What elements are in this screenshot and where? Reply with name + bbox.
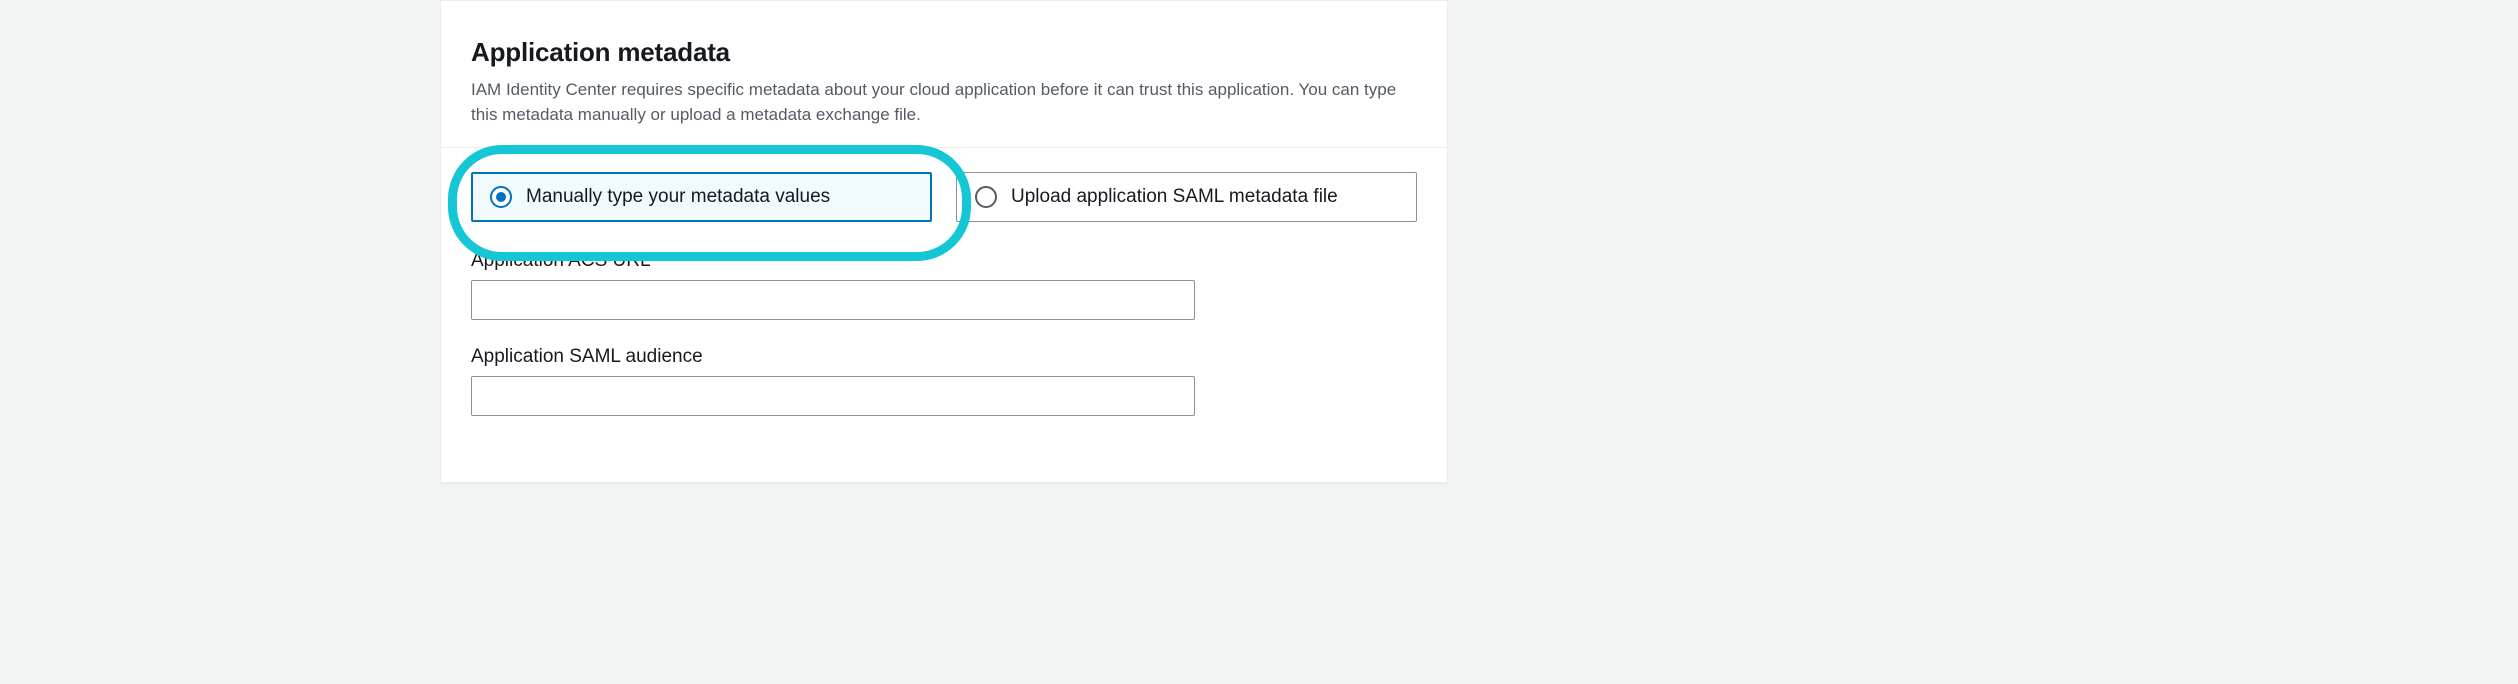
panel-title: Application metadata <box>471 37 1417 68</box>
saml-audience-input[interactable] <box>471 376 1195 416</box>
radio-icon <box>975 186 997 208</box>
radio-icon <box>490 186 512 208</box>
panel-description: IAM Identity Center requires specific me… <box>471 78 1417 127</box>
saml-audience-field-group: Application SAML audience <box>471 346 1417 416</box>
radio-dot-icon <box>496 192 506 202</box>
panel-header: Application metadata IAM Identity Center… <box>441 1 1447 148</box>
page-root: Application metadata IAM Identity Center… <box>0 0 2518 684</box>
acs-url-input[interactable] <box>471 280 1195 320</box>
saml-audience-label: Application SAML audience <box>471 346 1417 368</box>
panel-body: Manually type your metadata values Uploa… <box>441 148 1447 482</box>
acs-url-label: Application ACS URL <box>471 250 1417 272</box>
metadata-panel: Application metadata IAM Identity Center… <box>440 0 1448 483</box>
acs-url-field-group: Application ACS URL <box>471 250 1417 320</box>
option-upload-metadata[interactable]: Upload application SAML metadata file <box>956 172 1417 222</box>
option-manual-label: Manually type your metadata values <box>526 186 830 208</box>
option-upload-label: Upload application SAML metadata file <box>1011 186 1338 208</box>
option-manual-metadata[interactable]: Manually type your metadata values <box>471 172 932 222</box>
metadata-mode-options: Manually type your metadata values Uploa… <box>471 172 1417 222</box>
